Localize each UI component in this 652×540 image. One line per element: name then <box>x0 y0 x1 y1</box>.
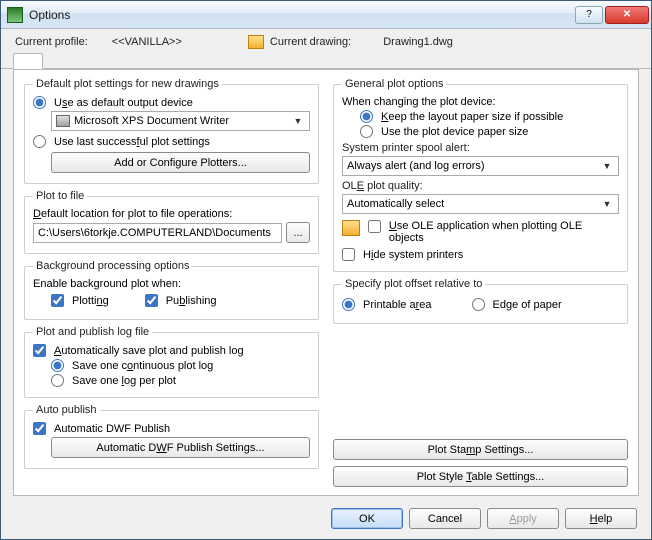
profile-bar: Current profile: <<VANILLA>> Current dra… <box>1 29 651 49</box>
label-spool-alert: System printer spool alert: <box>342 142 619 154</box>
checkbox-auto-save-log[interactable] <box>33 344 46 357</box>
help-button[interactable]: Help <box>565 508 637 529</box>
legend-auto-publish: Auto publish <box>33 404 100 416</box>
ole-icon <box>342 220 360 236</box>
window-title: Options <box>29 8 575 22</box>
checkbox-publishing[interactable] <box>145 294 158 307</box>
label-one-continuous: Save one continuous plot log <box>72 360 213 372</box>
label-last-successful: Use last successful plot settings <box>54 136 210 148</box>
device-value: Microsoft XPS Document Writer <box>74 115 229 127</box>
checkbox-use-ole-app[interactable] <box>368 220 381 233</box>
radio-one-per-plot[interactable] <box>51 374 64 387</box>
plot-style-table-settings-button[interactable]: Plot Style Table Settings... <box>333 466 628 487</box>
label-use-ole-app: Use OLE application when plotting OLE ob… <box>389 220 619 244</box>
chevron-down-icon: ▼ <box>291 114 305 128</box>
label-default-location: Default location for plot to file operat… <box>33 208 232 220</box>
tab-content: Default plot settings for new drawings U… <box>13 69 639 496</box>
legend-default-plot: Default plot settings for new drawings <box>33 78 222 90</box>
checkbox-hide-printers[interactable] <box>342 248 355 261</box>
titlebar: Options ? ✕ <box>1 1 651 29</box>
right-column: General plot options When changing the p… <box>333 78 628 487</box>
spool-alert-value: Always alert (and log errors) <box>347 160 485 172</box>
label-plotting: Plotting <box>72 295 109 307</box>
legend-general-plot: General plot options <box>342 78 446 90</box>
label-printable-area: Printable area <box>363 299 432 311</box>
plot-stamp-settings-button[interactable]: Plot Stamp Settings... <box>333 439 628 460</box>
chevron-down-icon: ▼ <box>600 159 614 173</box>
current-profile-label: Current profile: <box>15 36 88 48</box>
group-background-processing: Background processing options Enable bac… <box>24 260 319 320</box>
app-icon <box>7 7 23 23</box>
add-configure-plotters-button[interactable]: Add or Configure Plotters... <box>51 152 310 173</box>
radio-edge-of-paper[interactable] <box>472 298 485 311</box>
legend-background-processing: Background processing options <box>33 260 192 272</box>
group-plot-to-file: Plot to file Default location for plot t… <box>24 190 319 254</box>
label-one-per-plot: Save one log per plot <box>72 375 176 387</box>
spool-alert-dropdown[interactable]: Always alert (and log errors) ▼ <box>342 156 619 176</box>
legend-plot-offset: Specify plot offset relative to <box>342 278 485 290</box>
radio-last-successful[interactable] <box>33 135 46 148</box>
label-keep-layout-size: Keep the layout paper size if possible <box>381 111 563 123</box>
device-dropdown[interactable]: Microsoft XPS Document Writer ▼ <box>51 111 310 131</box>
label-use-device-size: Use the plot device paper size <box>381 126 528 138</box>
label-hide-printers: Hide system printers <box>363 249 463 261</box>
label-publishing: Publishing <box>166 295 217 307</box>
radio-one-continuous[interactable] <box>51 359 64 372</box>
label-auto-dwf: Automatic DWF Publish <box>54 423 170 435</box>
checkbox-auto-dwf[interactable] <box>33 422 46 435</box>
tab-strip <box>1 49 651 69</box>
help-icon[interactable]: ? <box>575 6 603 24</box>
ole-quality-dropdown[interactable]: Automatically select ▼ <box>342 194 619 214</box>
label-ole-quality: OLE plot quality: <box>342 180 619 192</box>
label-when-changing: When changing the plot device: <box>342 96 496 108</box>
label-default-output-device: Use as default output device <box>54 97 193 109</box>
close-icon[interactable]: ✕ <box>605 6 649 24</box>
radio-printable-area[interactable] <box>342 298 355 311</box>
label-edge-of-paper: Edge of paper <box>493 299 562 311</box>
checkbox-plotting[interactable] <box>51 294 64 307</box>
left-column: Default plot settings for new drawings U… <box>24 78 319 487</box>
group-auto-publish: Auto publish Automatic DWF Publish Autom… <box>24 404 319 469</box>
radio-default-output-device[interactable] <box>33 96 46 109</box>
legend-plot-to-file: Plot to file <box>33 190 87 202</box>
dialog-footer: OK Cancel Apply Help <box>1 502 651 539</box>
current-drawing-value: Drawing1.dwg <box>383 36 453 48</box>
group-log-file: Plot and publish log file Automatically … <box>24 326 319 398</box>
printer-icon <box>56 115 70 127</box>
options-dialog: Options ? ✕ Current profile: <<VANILLA>>… <box>0 0 652 540</box>
drawing-icon <box>248 35 264 49</box>
legend-log-file: Plot and publish log file <box>33 326 152 338</box>
auto-dwf-settings-button[interactable]: Automatic DWF Publish Settings... <box>51 437 310 458</box>
apply-button[interactable]: Apply <box>487 508 559 529</box>
group-general-plot: General plot options When changing the p… <box>333 78 628 272</box>
radio-keep-layout-size[interactable] <box>360 110 373 123</box>
ok-button[interactable]: OK <box>331 508 403 529</box>
group-plot-offset: Specify plot offset relative to Printabl… <box>333 278 628 324</box>
cancel-button[interactable]: Cancel <box>409 508 481 529</box>
browse-button[interactable]: ... <box>286 222 310 243</box>
group-default-plot: Default plot settings for new drawings U… <box>24 78 319 184</box>
label-auto-save-log: Automatically save plot and publish log <box>54 345 244 357</box>
current-drawing-label: Current drawing: <box>270 36 351 48</box>
label-enable-background: Enable background plot when: <box>33 278 181 290</box>
current-profile-value: <<VANILLA>> <box>112 36 182 48</box>
plot-file-path-input[interactable] <box>33 223 282 243</box>
ole-quality-value: Automatically select <box>347 198 444 210</box>
chevron-down-icon: ▼ <box>600 197 614 211</box>
tab-active[interactable] <box>13 53 43 69</box>
radio-use-device-size[interactable] <box>360 125 373 138</box>
